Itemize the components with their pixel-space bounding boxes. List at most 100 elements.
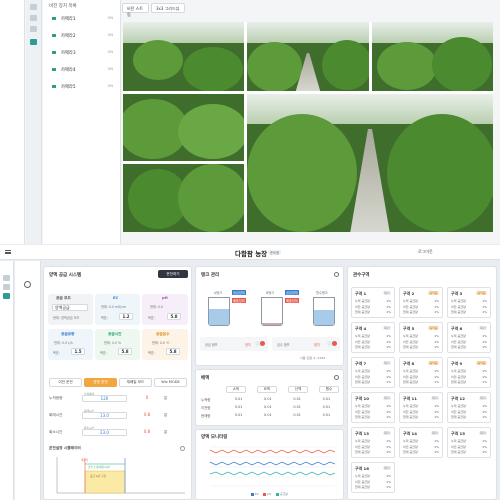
tile-title: 공급시간 bbox=[108, 332, 122, 336]
zones-card: 관수구역 구역 1 대기 누적 공급량 1% 이전 공급량 1% 현재 공급량 1% 구역 2동… bbox=[347, 266, 497, 500]
power-icon[interactable] bbox=[24, 281, 31, 288]
zone-row-label: 누적 공급량 bbox=[451, 404, 466, 408]
pump-toggle[interactable] bbox=[255, 341, 265, 346]
zone-card[interactable]: 구역 6 대기 누적 공급량 1% 이전 공급량 1% 현재 공급량 1% bbox=[447, 322, 491, 353]
zone-name: 구역 11 bbox=[403, 396, 417, 401]
tab-cultivation-mode[interactable]: 재배일 모드 bbox=[119, 378, 152, 387]
zone-card[interactable]: 구역 9 동작중 누적 공급량 1% 이전 공급량 1% 현재 공급량 1% bbox=[447, 357, 491, 388]
zone-card[interactable]: 구역 1 대기 누적 공급량 1% 이전 공급량 1% 현재 공급량 1% bbox=[351, 287, 395, 318]
zone-row-value: 1% bbox=[434, 444, 439, 449]
zone-card[interactable]: 구역 15 대기 누적 공급량 1% 이전 공급량 1% 현재 공급량 1% bbox=[447, 427, 491, 458]
zone-card[interactable]: 구역 7 대기 누적 공급량 1% 이전 공급량 1% 현재 공급량 1% bbox=[351, 357, 395, 388]
camera-icon[interactable] bbox=[30, 39, 37, 45]
target-label: 목표: bbox=[148, 351, 155, 355]
cctv-item[interactable]: 카메라5 ON bbox=[49, 80, 115, 94]
tank-card: 탱크 관리 A탱크 공급양대 배출양대 B탱크 공급양대 배출양대 원수탱크 공… bbox=[195, 266, 344, 366]
settings-icon[interactable] bbox=[30, 15, 37, 21]
zone-row-value: 1% bbox=[386, 439, 391, 443]
zone-card[interactable]: 구역 14 대기 누적 공급량 1% 이전 공급량 1% 현재 공급량 1% bbox=[399, 427, 443, 458]
nav-icon[interactable] bbox=[3, 284, 10, 290]
zone-card[interactable]: 구역 12 대기 누적 공급량 1% 이전 공급량 1% 현재 공급량 1% bbox=[447, 392, 491, 423]
menu-icon[interactable] bbox=[5, 250, 11, 254]
tab-wiz-mode[interactable]: Wiz MODE bbox=[154, 378, 187, 387]
row-label: 회소시간 bbox=[49, 430, 63, 434]
camera-feed[interactable] bbox=[123, 22, 244, 91]
cell: 0.01 bbox=[293, 405, 301, 409]
cctv-item[interactable]: 카메라2 ON bbox=[49, 29, 115, 43]
zone-card[interactable]: 구역 10 대기 누적 공급량 1% 이전 공급량 1% 현재 공급량 1% bbox=[351, 392, 395, 423]
zone-row-value: 1% bbox=[434, 345, 439, 349]
zone-card[interactable]: 구역 16 대기 누적 공급량 1% 이전 공급량 1% 현재 공급량 1% bbox=[351, 462, 395, 493]
zone-row-label: 누적 공급량 bbox=[355, 439, 370, 443]
zone-status-badge: 동작중 bbox=[476, 291, 487, 295]
pump-toggle[interactable] bbox=[327, 341, 337, 346]
ph-target-input[interactable]: 5.8 bbox=[167, 313, 181, 320]
zone-name: 구역 16 bbox=[355, 466, 369, 471]
zone-row-label: 누적 공급량 bbox=[355, 299, 370, 303]
series-ec-line bbox=[209, 449, 336, 454]
settings-icon[interactable] bbox=[334, 375, 339, 380]
row-label: 누적광량 bbox=[49, 396, 63, 400]
cell: 0.01 bbox=[234, 405, 243, 409]
zone-row-label: 이전 공급량 bbox=[355, 409, 370, 414]
zone-row-label: 이전 공급량 bbox=[451, 304, 466, 309]
help-icon[interactable] bbox=[180, 446, 185, 451]
camera-feed-large[interactable] bbox=[247, 94, 493, 232]
camera-icon bbox=[52, 51, 56, 54]
zone-status-badge: 대기 bbox=[382, 431, 391, 435]
nav-icon[interactable] bbox=[3, 293, 10, 299]
zone-status-badge: 동작중 bbox=[476, 361, 487, 365]
row-input[interactable]: 23.0 bbox=[82, 429, 127, 436]
camera-feed[interactable] bbox=[123, 164, 244, 232]
zone-card[interactable]: 구역 4 대기 누적 공급량 1% 이전 공급량 1% 현재 공급량 1% bbox=[351, 322, 395, 353]
zone-card[interactable]: 구역 5 동작중 누적 공급량 1% 이전 공급량 1% 현재 공급량 1% bbox=[399, 322, 443, 353]
camera-feed[interactable] bbox=[123, 94, 244, 161]
supply-time-input[interactable]: 5.8 bbox=[118, 348, 132, 355]
zone-row-value: 1% bbox=[482, 409, 487, 414]
zone-row-label: 현재 공급량 bbox=[355, 485, 370, 489]
zone-card[interactable]: 구역 2 동작중 누적 공급량 1% 이전 공급량 1% 현재 공급량 1% bbox=[399, 287, 443, 318]
cctv-item[interactable]: 카메라1 ON bbox=[49, 12, 115, 26]
cell: 0.01 bbox=[293, 397, 301, 401]
zone-card[interactable]: 구역 3 동작중 누적 공급량 1% 이전 공급량 1% 현재 공급량 1% bbox=[447, 287, 491, 318]
table-row: 이전량 0.01 0.01 0.01 0.01 bbox=[199, 403, 341, 411]
tank-a bbox=[208, 297, 230, 326]
cctv-item[interactable]: 카메라3 ON bbox=[49, 46, 115, 60]
run-button[interactable]: 운전하기 bbox=[158, 270, 188, 278]
mode-select[interactable]: 양액공급 bbox=[52, 304, 88, 311]
zone-card[interactable]: 구역 8 동작중 누적 공급량 1% 이전 공급량 1% 현재 공급량 1% bbox=[399, 357, 443, 388]
tab-previous-run[interactable]: 이전 운전 bbox=[49, 378, 82, 387]
zone-row-value: 1% bbox=[386, 409, 391, 414]
timeline-label: 급수 노출(배출시간) bbox=[88, 466, 110, 469]
list-icon[interactable] bbox=[30, 26, 37, 32]
zone-row-value: 1% bbox=[434, 369, 439, 373]
camera-icon bbox=[52, 17, 56, 20]
row-input[interactable]: 120 bbox=[82, 395, 127, 402]
logout-button[interactable]: 로그아웃 bbox=[418, 249, 433, 255]
monitoring-chart bbox=[209, 446, 336, 487]
home-icon[interactable] bbox=[30, 4, 37, 10]
zone-row-label: 현재 공급량 bbox=[451, 450, 466, 454]
zone-name: 구역 2 bbox=[403, 291, 415, 296]
zone-card[interactable]: 구역 11 대기 누적 공급량 1% 이전 공급량 1% 현재 공급량 1% bbox=[399, 392, 443, 423]
temperature-input[interactable]: 5.8 bbox=[166, 348, 180, 355]
cctv-item-status: ON bbox=[107, 84, 113, 88]
supply-amount-input[interactable]: 1.5 bbox=[71, 348, 85, 355]
chevron-up-icon[interactable] bbox=[353, 273, 357, 277]
nav-icon[interactable] bbox=[3, 275, 10, 281]
camera-feed[interactable] bbox=[372, 22, 493, 91]
cell: 0.01 bbox=[264, 413, 272, 417]
tab-stream[interactable]: 비전 스트림 bbox=[122, 3, 149, 17]
ec-target-input[interactable]: 1.2 bbox=[119, 313, 133, 320]
cctv-item-label: 카메라2 bbox=[61, 34, 76, 39]
zone-name: 구역 12 bbox=[451, 396, 465, 401]
zone-card[interactable]: 구역 13 대기 누적 공급량 1% 이전 공급량 1% 현재 공급량 1% bbox=[351, 427, 395, 458]
cctv-item[interactable]: 카메라4 ON bbox=[49, 63, 115, 77]
camera-feed[interactable] bbox=[247, 22, 369, 91]
row-input[interactable]: 13.0 bbox=[82, 412, 127, 419]
tab-operation-run[interactable]: 운영 운전 bbox=[84, 378, 117, 387]
settings-icon[interactable] bbox=[334, 272, 339, 277]
drainage-table: 누적량 0.01 0.01 0.01 0.01 이전량 0.01 0.01 0.… bbox=[199, 395, 341, 419]
tab-grid-view[interactable]: 3x3 그리드뷰 bbox=[151, 3, 185, 13]
zone-row-label: 현재 공급량 bbox=[403, 380, 418, 384]
